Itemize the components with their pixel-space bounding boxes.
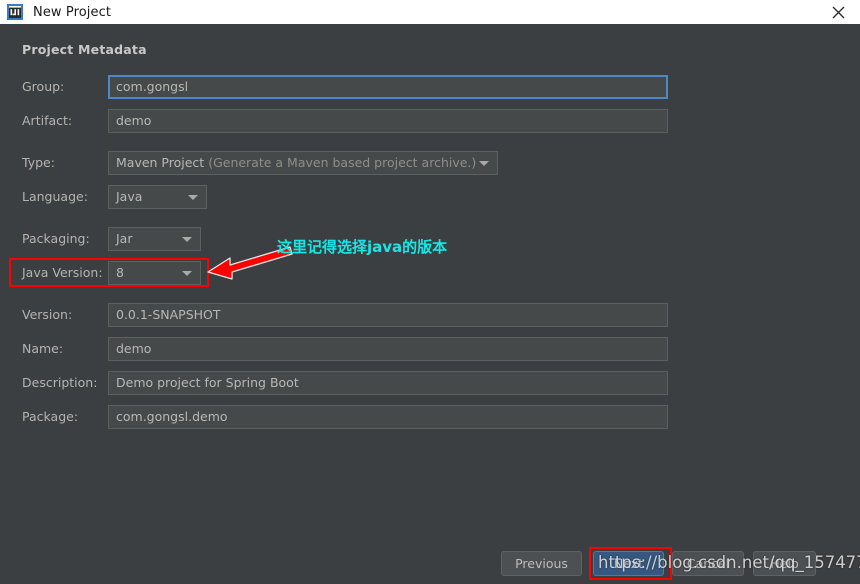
group-input[interactable]: com.gongsl xyxy=(108,75,668,99)
version-input[interactable]: 0.0.1-SNAPSHOT xyxy=(108,303,668,327)
intellij-idea-icon xyxy=(7,4,23,20)
language-combobox[interactable]: Java xyxy=(108,185,207,209)
window-titlebar: New Project xyxy=(0,0,860,24)
cancel-button[interactable]: Cancel xyxy=(672,551,744,576)
label-group: Group: xyxy=(22,79,65,94)
window-title: New Project xyxy=(33,4,112,20)
artifact-input[interactable]: demo xyxy=(108,109,668,133)
chevron-down-icon xyxy=(479,161,489,166)
dialog-body: Project Metadata Group: com.gongsl Artif… xyxy=(0,24,860,584)
section-title-project-metadata: Project Metadata xyxy=(22,42,147,57)
previous-button[interactable]: Previous xyxy=(501,551,582,576)
packaging-combobox[interactable]: Jar xyxy=(108,227,201,251)
label-language: Language: xyxy=(22,189,88,204)
java-version-value: 8 xyxy=(116,265,124,280)
close-icon[interactable] xyxy=(816,0,860,24)
packaging-value: Jar xyxy=(116,231,133,246)
package-input[interactable]: com.gongsl.demo xyxy=(108,405,668,429)
description-input[interactable]: Demo project for Spring Boot xyxy=(108,371,668,395)
label-packaging: Packaging: xyxy=(22,231,90,246)
new-project-dialog: New Project Project Metadata Group: com.… xyxy=(0,0,860,584)
java-version-combobox[interactable]: 8 xyxy=(108,261,201,285)
chevron-down-icon xyxy=(182,271,192,276)
label-java-version: Java Version: xyxy=(22,265,103,280)
label-version: Version: xyxy=(22,307,73,322)
annotation-note-text: 这里记得选择java的版本 xyxy=(277,238,448,256)
label-type: Type: xyxy=(22,155,55,170)
chevron-down-icon xyxy=(182,237,192,242)
type-hint: (Generate a Maven based project archive.… xyxy=(208,155,477,170)
type-combobox[interactable]: Maven Project (Generate a Maven based pr… xyxy=(108,151,498,175)
label-artifact: Artifact: xyxy=(22,113,73,128)
name-input[interactable]: demo xyxy=(108,337,668,361)
help-button[interactable]: Help xyxy=(753,551,816,576)
next-button[interactable]: Next xyxy=(593,551,664,576)
language-value: Java xyxy=(116,189,143,204)
label-description: Description: xyxy=(22,375,98,390)
label-package: Package: xyxy=(22,409,79,424)
type-value: Maven Project xyxy=(116,155,205,170)
chevron-down-icon xyxy=(188,195,198,200)
label-name: Name: xyxy=(22,341,64,356)
